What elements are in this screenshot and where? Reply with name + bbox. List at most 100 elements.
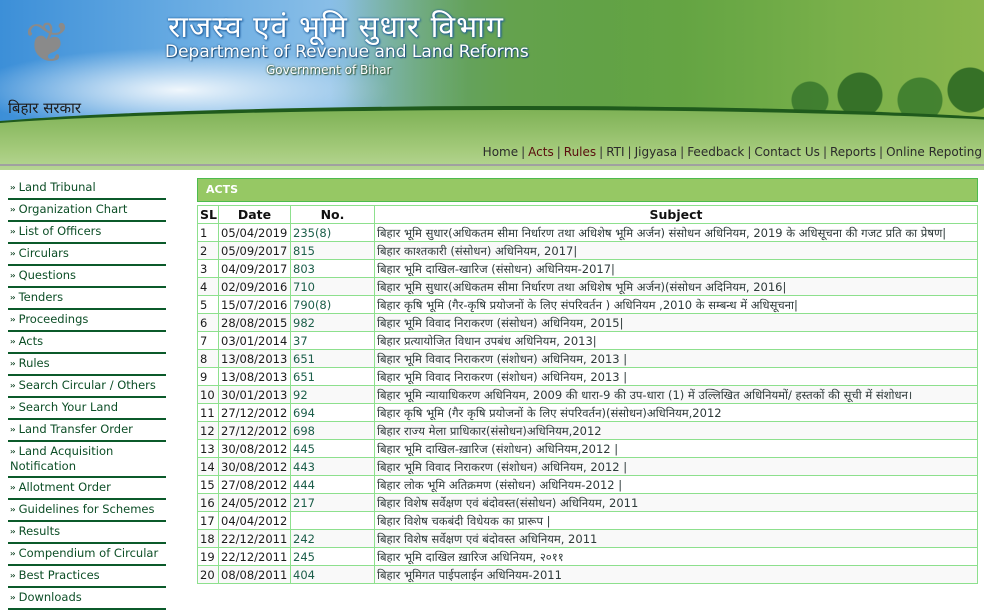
table-row: 6 28/08/2015 982 बिहार भूमि विवाद निराकरण (… (197, 313, 978, 332)
cell-subject[interactable]: बिहार कृषि भूमि (गैर-कृषि प्रयोजनों के ल… (374, 295, 978, 314)
sidebar-item-label: Search Circular / Others (18, 378, 156, 392)
site-subtitle: Government of Bihar (266, 63, 392, 77)
cell-subject[interactable]: बिहार लोक भूमि अतिक्रमण (संसोधन) अधिनियम… (374, 475, 978, 494)
double-chevron-right-icon: ›› (10, 593, 16, 602)
double-chevron-right-icon: ›› (10, 249, 16, 258)
double-chevron-right-icon: ›› (10, 483, 16, 492)
cell-sl: 13 (197, 439, 219, 458)
sidebar-item-organization-chart[interactable]: ›› Organization Chart (8, 200, 166, 222)
sidebar-item-land-transfer-order[interactable]: ›› Land Transfer Order (8, 420, 166, 442)
section-title: ACTS (197, 178, 978, 202)
sidebar-item-land-tribunal[interactable]: ›› Land Tribunal (8, 178, 166, 200)
sidebar-item-guidelines-for-schemes[interactable]: ›› Guidelines for Schemes (8, 500, 166, 522)
sidebar-item-land-acquisition-notification[interactable]: ›› Land Acquisition Notification (8, 442, 166, 478)
nav-link-jigyasa[interactable]: Jigyasa (635, 145, 678, 159)
double-chevron-right-icon: ›› (10, 447, 16, 456)
column-header-sl: SL (197, 205, 219, 224)
cell-subject[interactable]: बिहार भूमिगत पाईपलाईन अधिनियम-2011 (374, 565, 978, 584)
double-chevron-right-icon: ›› (10, 293, 16, 302)
sidebar-item-search-circular-others[interactable]: ›› Search Circular / Others (8, 376, 166, 398)
cell-subject[interactable]: बिहार विशेष सर्वेक्षण एवं बंदोवस्त अधिनि… (374, 529, 978, 548)
cell-subject[interactable]: बिहार भूमि विवाद निराकरण (संशोधन) अधिनिय… (374, 349, 978, 368)
nav-link-home[interactable]: Home (483, 145, 518, 159)
double-chevron-right-icon: ›› (10, 549, 16, 558)
sidebar-item-best-practices[interactable]: ›› Best Practices (8, 566, 166, 588)
bihar-govt-logo[interactable]: ❦ बिहार सरकार (6, 10, 94, 120)
cell-subject[interactable]: बिहार विशेष चकबंदी विधेयक का प्रारूप | (374, 511, 978, 530)
cell-subject[interactable]: बिहार भूमि विवाद निराकरण (संशोधन) अधिनिय… (374, 367, 978, 386)
cell-subject[interactable]: बिहार भूमि दाखिल-ख़ारिज (संशोधन) अधिनियम… (374, 439, 978, 458)
cell-date: 22/12/2011 (218, 529, 291, 548)
sidebar-item-search-your-land[interactable]: ›› Search Your Land (8, 398, 166, 420)
cell-date: 24/05/2012 (218, 493, 291, 512)
cell-subject[interactable]: बिहार भूमि सुधार(अधिकतम सीमा निर्धारण तथ… (374, 277, 978, 296)
cell-subject[interactable]: बिहार भूमि दाखिल-खारिज (संसोधन) अधिनियम-… (374, 259, 978, 278)
site-title-english: Department of Revenue and Land Reforms (165, 42, 529, 62)
cell-subject[interactable]: बिहार भूमि विवाद निराकरण (संशोधन) अधिनिय… (374, 457, 978, 476)
sidebar-item-circulars[interactable]: ›› Circulars (8, 244, 166, 266)
sidebar-item-rules[interactable]: ›› Rules (8, 354, 166, 376)
table-row: 20 08/08/2011 404 बिहार भूमिगत पाईपलाईन अधि… (197, 565, 978, 584)
cell-subject[interactable]: बिहार विशेष सर्वेक्षण एवं बंदोवस्त(संसोध… (374, 493, 978, 512)
double-chevron-right-icon: ›› (10, 205, 16, 214)
nav-link-contact-us[interactable]: Contact Us (754, 145, 820, 159)
cell-subject[interactable]: बिहार काश्तकारी (संसोधन) अधिनियम, 2017| (374, 241, 978, 260)
nav-separator: | (521, 145, 526, 159)
cell-subject[interactable]: बिहार राज्य मेला प्राधिकार(संसोधन)अधिनिय… (374, 421, 978, 440)
sidebar-item-label: Guidelines for Schemes (18, 502, 155, 516)
double-chevron-right-icon: ›› (10, 527, 16, 536)
table-row: 8 13/08/2013 651 बिहार भूमि विवाद निराकरण (… (197, 349, 978, 368)
column-header-subject: Subject (374, 205, 978, 224)
cell-sl: 3 (197, 259, 219, 278)
cell-date: 02/09/2016 (218, 277, 291, 296)
logo-caption: बिहार सरकार (8, 99, 82, 117)
nav-link-acts[interactable]: Acts (528, 145, 554, 159)
sidebar-item-questions[interactable]: ›› Questions (8, 266, 166, 288)
sidebar-item-label: Questions (18, 268, 77, 282)
double-chevron-right-icon: ›› (10, 381, 16, 390)
cell-sl: 4 (197, 277, 219, 296)
cell-date: 04/09/2017 (218, 259, 291, 278)
nav-separator: | (556, 145, 561, 159)
table-row: 3 04/09/2017 803 बिहार भूमि दाखिल-खारिज (सं… (197, 259, 978, 278)
cell-date: 27/08/2012 (218, 475, 291, 494)
cell-subject[interactable]: बिहार भूमि विवाद निराकरण (संसोधन) अधिनिय… (374, 313, 978, 332)
cell-subject[interactable]: बिहार भूमि सुधार(अधिकतम सीमा निर्धारण तथ… (374, 223, 978, 242)
sidebar-item-compendium-of-circular[interactable]: ›› Compendium of Circular (8, 544, 166, 566)
cell-no: 982 (290, 313, 375, 332)
cell-no (290, 511, 375, 530)
cell-sl: 16 (197, 493, 219, 512)
sidebar-item-label: Search Your Land (18, 400, 119, 414)
sidebar-item-proceedings[interactable]: ›› Proceedings (8, 310, 166, 332)
nav-link-rules[interactable]: Rules (564, 145, 596, 159)
nav-separator: | (627, 145, 632, 159)
nav-separator: | (680, 145, 685, 159)
sidebar-item-downloads[interactable]: ›› Downloads (8, 588, 166, 610)
table-row: 7 03/01/2014 37 बिहार प्रत्यायोजित विधान उप… (197, 331, 978, 350)
sidebar-item-tenders[interactable]: ›› Tenders (8, 288, 166, 310)
cell-no: 444 (290, 475, 375, 494)
nav-link-feedback[interactable]: Feedback (687, 145, 744, 159)
sidebar-menu: ›› Land Tribunal ›› Organization Chart ›› Lis… (8, 178, 166, 610)
table-row: 5 15/07/2016 790(8) बिहार कृषि भूमि (गैर-कृ… (197, 295, 978, 314)
cell-date: 30/08/2012 (218, 439, 291, 458)
double-chevron-right-icon: ›› (10, 227, 16, 236)
sidebar-item-acts[interactable]: ›› Acts (8, 332, 166, 354)
cell-sl: 8 (197, 349, 219, 368)
cell-date: 27/12/2012 (218, 421, 291, 440)
cell-subject[interactable]: बिहार भूमि दाखिल ख़ारिज अधिनियम, २०११ (374, 547, 978, 566)
sidebar-item-list-of-officers[interactable]: ›› List of Officers (8, 222, 166, 244)
cell-no: 242 (290, 529, 375, 548)
nav-link-online-repoting[interactable]: Online Repoting (886, 145, 982, 159)
sidebar-item-results[interactable]: ›› Results (8, 522, 166, 544)
double-chevron-right-icon: ›› (10, 403, 16, 412)
sidebar-item-allotment-order[interactable]: ›› Allotment Order (8, 478, 166, 500)
cell-subject[interactable]: बिहार प्रत्यायोजित विधान उपबंध अधिनियम, … (374, 331, 978, 350)
table-row: 12 27/12/2012 698 बिहार राज्य मेला प्राधिका… (197, 421, 978, 440)
sidebar-item-label: List of Officers (18, 224, 102, 238)
cell-subject[interactable]: बिहार भूमि न्यायाधिकरण अधिनियम, 2009 की … (374, 385, 978, 404)
nav-link-rti[interactable]: RTI (606, 145, 624, 159)
cell-subject[interactable]: बिहार कृषि भूमि (गैर कृषि प्रयोजनों के ल… (374, 403, 978, 422)
nav-link-reports[interactable]: Reports (830, 145, 876, 159)
table-body: 1 05/04/2019 235(8) बिहार भूमि सुधार(अधिकतम… (197, 223, 978, 584)
